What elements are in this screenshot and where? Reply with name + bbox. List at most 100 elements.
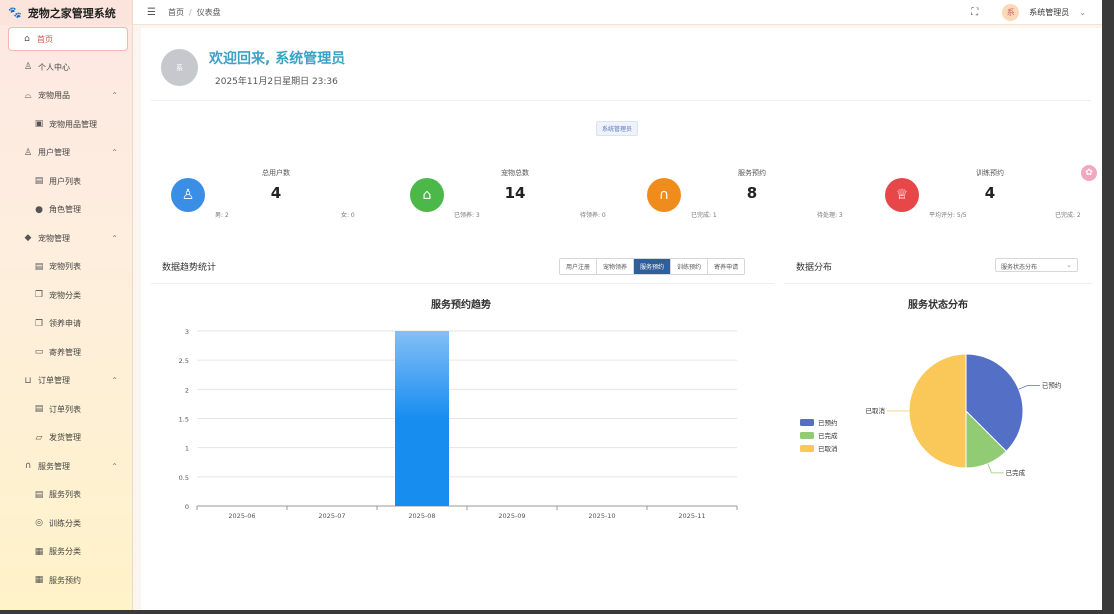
cup-icon: ▭ — [34, 347, 44, 358]
sidebar-item[interactable]: ♙ 个人中心 — [0, 53, 132, 82]
distribution-select[interactable]: 服务状态分布 ⌄ — [995, 258, 1078, 272]
stat-value: 4 — [270, 184, 282, 202]
sidebar-item-label: 订单管理 — [38, 376, 70, 386]
tab-item[interactable]: 宠物领养 — [597, 259, 635, 274]
sidebar-item-label: 服务列表 — [49, 490, 81, 500]
user-area: ⛶ 系 系统管理员 ⌄ — [971, 3, 1086, 21]
distribution-panel-title: 数据分布 — [796, 263, 833, 273]
legend-label: 已预约 — [818, 418, 838, 427]
sidebar-item-label: 领养申请 — [49, 319, 81, 329]
sidebar-item-label: 用户列表 — [49, 176, 81, 186]
stat-value: 14 — [504, 184, 526, 202]
welcome-greeting: 欢迎回来, 系统管理员 — [209, 51, 346, 67]
sidebar-item-label: 宠物列表 — [49, 262, 81, 272]
sidebar-item[interactable]: ❐ 领养申请 — [0, 310, 132, 339]
pie-leader-line — [1018, 384, 1040, 390]
chevron-up-icon: ⌃ — [111, 233, 118, 243]
headset-icon: ∩ — [24, 461, 32, 472]
sidebar-item[interactable]: ▤ 用户列表 — [0, 167, 132, 196]
stat-card: ⌂ 宠物总数 14 已领养: 3 待领养: 0 — [390, 168, 606, 223]
list-icon: ▤ — [34, 176, 44, 187]
chevron-down-icon[interactable]: ⌄ — [1079, 8, 1086, 17]
legend-label: 已完成 — [818, 431, 838, 440]
pie-slice — [908, 353, 967, 469]
stat-sub-right: 待处理: 3 — [817, 212, 843, 219]
sidebar-item-label: 角色管理 — [49, 205, 81, 215]
stat-label: 宠物总数 — [501, 169, 529, 177]
sidebar-item[interactable]: ⌓ 宠物用品 ⌃ — [0, 82, 132, 111]
stat-value: 4 — [984, 184, 996, 202]
x-tick-label: 2025-09 — [498, 512, 525, 520]
person-icon: ● — [35, 204, 43, 215]
avatar[interactable]: 系 — [1002, 3, 1020, 21]
menu-toggle-icon[interactable]: ☰ — [147, 7, 156, 18]
breadcrumb-home[interactable]: 首页 — [168, 7, 184, 18]
avatar: 系 — [161, 49, 198, 86]
sidebar-item[interactable]: ◎ 训练分类 — [0, 509, 132, 538]
sidebar-item[interactable]: ⌂ 首页 — [8, 27, 128, 51]
pet-icon: ◆ — [24, 233, 32, 244]
chevron-up-icon: ⌃ — [111, 148, 118, 158]
trend-panel-title: 数据趋势统计 — [162, 263, 217, 273]
chart-title: 服务状态分布 — [908, 298, 968, 311]
stat-card: ∩ 服务预约 8 已完成: 1 待处理: 3 — [627, 168, 843, 223]
paw-icon: 🐾 — [8, 6, 22, 19]
sidebar-item[interactable]: ● 角色管理 — [0, 196, 132, 225]
sidebar-item[interactable]: ▣ 宠物用品管理 — [0, 110, 132, 139]
user-name[interactable]: 系统管理员 — [1029, 7, 1069, 18]
tab-item[interactable]: 寄养申请 — [708, 259, 744, 274]
role-badge: 系统管理员 — [596, 121, 639, 136]
tab-item[interactable]: 服务预约 — [634, 259, 672, 274]
user-icon: ♙ — [23, 147, 33, 158]
sidebar-item[interactable]: ❐ 宠物分类 — [0, 281, 132, 310]
sidebar-item-label: 服务分类 — [49, 547, 81, 557]
distribution-select-value: 服务状态分布 — [1001, 264, 1038, 271]
box-icon: ▦ — [34, 546, 44, 557]
x-tick-label: 2025-07 — [318, 512, 345, 520]
chevron-up-icon: ⌃ — [111, 376, 118, 386]
tab-item[interactable]: 训练预约 — [671, 259, 709, 274]
window-edge — [1102, 0, 1114, 614]
sidebar-item-label: 个人中心 — [38, 62, 70, 72]
pie-label: 已取消 — [866, 406, 886, 415]
x-tick-label: 2025-06 — [228, 512, 255, 520]
sidebar-item[interactable]: ▱ 发货管理 — [0, 424, 132, 453]
y-tick-label: 0.5 — [179, 474, 189, 482]
legend-swatch — [800, 419, 814, 426]
sidebar-item[interactable]: ▦ 服务分类 — [0, 538, 132, 567]
sidebar-item[interactable]: ∩ 服务管理 ⌃ — [0, 452, 132, 481]
stat-sub-left: 已完成: 1 — [691, 212, 717, 219]
sidebar-item[interactable]: ♙ 用户管理 ⌃ — [0, 139, 132, 168]
sidebar-item[interactable]: ▦ 服务预约 — [0, 566, 132, 595]
tab-item[interactable]: 用户注册 — [560, 259, 598, 274]
fullscreen-icon[interactable]: ⛶ — [971, 7, 978, 18]
assistant-icon[interactable]: ✿ — [1081, 165, 1097, 181]
sidebar-item[interactable]: ▤ 宠物列表 — [0, 253, 132, 282]
shop-icon: ▣ — [34, 119, 44, 130]
y-tick-label: 3 — [185, 328, 189, 336]
sidebar-item-label: 寄养管理 — [49, 347, 81, 357]
sidebar: 🐾 宠物之家管理系统 ⌂ 首页 ♙ 个人中心 ⌓ 宠物用品 ⌃ ▣ 宠物用品管理 ♙ 用户管理 ⌃ ▤ 用… — [0, 0, 133, 614]
y-tick-label: 0 — [185, 503, 189, 511]
app-title: 宠物之家管理系统 — [27, 6, 116, 20]
sidebar-item[interactable]: ▤ 订单列表 — [0, 395, 132, 424]
sidebar-item[interactable]: ◆ 宠物管理 ⌃ — [0, 224, 132, 253]
stat-value: 8 — [746, 184, 758, 202]
sidebar-item-label: 用户管理 — [38, 148, 70, 158]
current-datetime: 2025年11月2日星期日 23:36 — [215, 77, 338, 87]
list-icon: ▤ — [34, 404, 44, 415]
y-tick-label: 1.5 — [179, 416, 189, 424]
cart-icon: ⊔ — [24, 375, 32, 386]
window-edge — [0, 610, 1114, 614]
sidebar-item[interactable]: ▤ 服务列表 — [0, 481, 132, 510]
sidebar-item[interactable]: ⊔ 订单管理 ⌃ — [0, 367, 132, 396]
stat-label: 服务预约 — [738, 169, 766, 177]
copy-icon: ❐ — [34, 318, 44, 329]
sidebar-item[interactable]: ▭ 寄养管理 — [0, 338, 132, 367]
app-logo[interactable]: 🐾 宠物之家管理系统 — [0, 0, 132, 25]
pie-label: 已完成 — [1006, 468, 1026, 477]
sidebar-item-label: 服务管理 — [38, 461, 70, 471]
truck-icon: ▱ — [35, 432, 43, 443]
stat-sub-right: 待领养: 0 — [580, 212, 606, 219]
divider — [784, 283, 1092, 284]
